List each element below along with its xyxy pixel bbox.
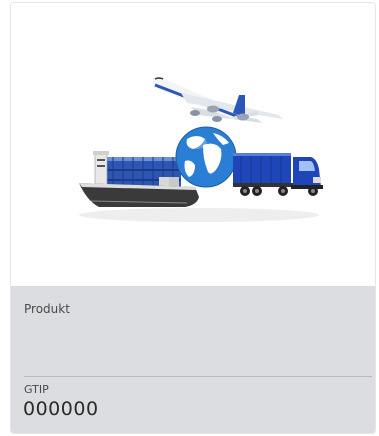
product-info-panel: Produkt GTIP 000000 [11, 286, 375, 433]
product-label: Produkt [24, 302, 70, 316]
divider [24, 376, 372, 377]
product-image-area[interactable] [11, 3, 375, 286]
gtip-value: 000000 [23, 398, 99, 420]
product-card[interactable]: Produkt GTIP 000000 [10, 2, 376, 434]
gtip-label: GTIP [24, 383, 49, 396]
logistics-transport-icon [79, 77, 323, 222]
